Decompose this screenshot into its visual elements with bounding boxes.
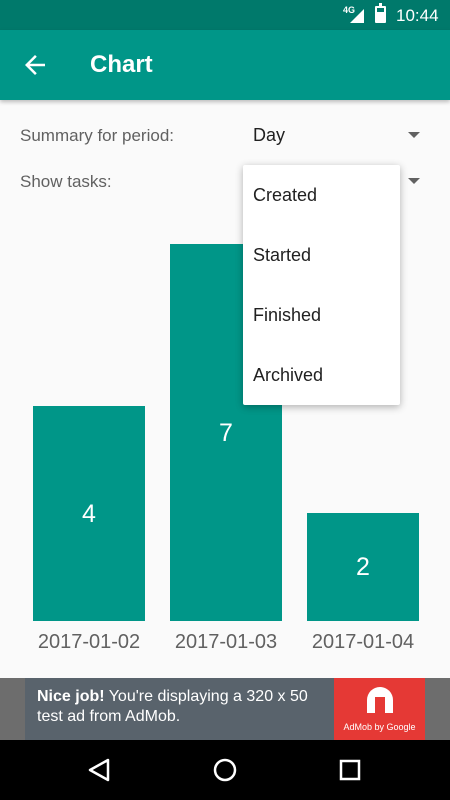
back-triangle-icon[interactable] [84,754,116,786]
dropdown-option-finished[interactable]: Finished [243,285,400,345]
show-tasks-label: Show tasks: [20,172,112,191]
bar-value-label: 2 [356,553,370,581]
clock: 10:44 [396,6,439,25]
page-title: Chart [90,51,153,78]
admob-logo-icon [367,687,393,713]
summary-period-select[interactable]: Day [253,125,285,146]
chevron-down-icon[interactable] [408,132,420,138]
status-bar: 4G 10:44 [0,0,450,30]
signal-icon [350,9,364,23]
x-tick-label: 2017-01-02 [37,631,141,653]
dropdown-option-archived[interactable]: Archived [243,345,400,405]
x-tick-label: 2017-01-03 [174,631,278,653]
admob-logo-caption: AdMob by Google [343,722,416,732]
ad-content[interactable]: Nice job! You're displaying a 320 x 50 t… [25,678,425,740]
home-circle-icon[interactable] [209,754,241,786]
x-tick-label: 2017-01-04 [311,631,415,653]
arrow-back-icon[interactable] [20,50,50,80]
show-tasks-dropdown: Created Started Finished Archived [243,165,400,405]
ad-text: Nice job! You're displaying a 320 x 50 t… [37,687,337,727]
dropdown-option-started[interactable]: Started [243,225,400,285]
dropdown-option-created[interactable]: Created [243,165,400,225]
admob-logo: AdMob by Google [334,678,425,740]
recents-square-icon[interactable] [334,754,366,786]
chevron-down-icon[interactable] [408,178,420,184]
ad-banner[interactable]: Nice job! You're displaying a 320 x 50 t… [0,678,450,740]
app-bar: Chart [0,30,450,100]
ad-bold-text: Nice job! [37,688,105,705]
summary-period-label: Summary for period: [20,126,174,145]
battery-icon [375,3,386,23]
bar-value-label: 7 [219,418,233,447]
bar-value-label: 4 [82,499,96,528]
system-nav-bar [0,740,450,800]
